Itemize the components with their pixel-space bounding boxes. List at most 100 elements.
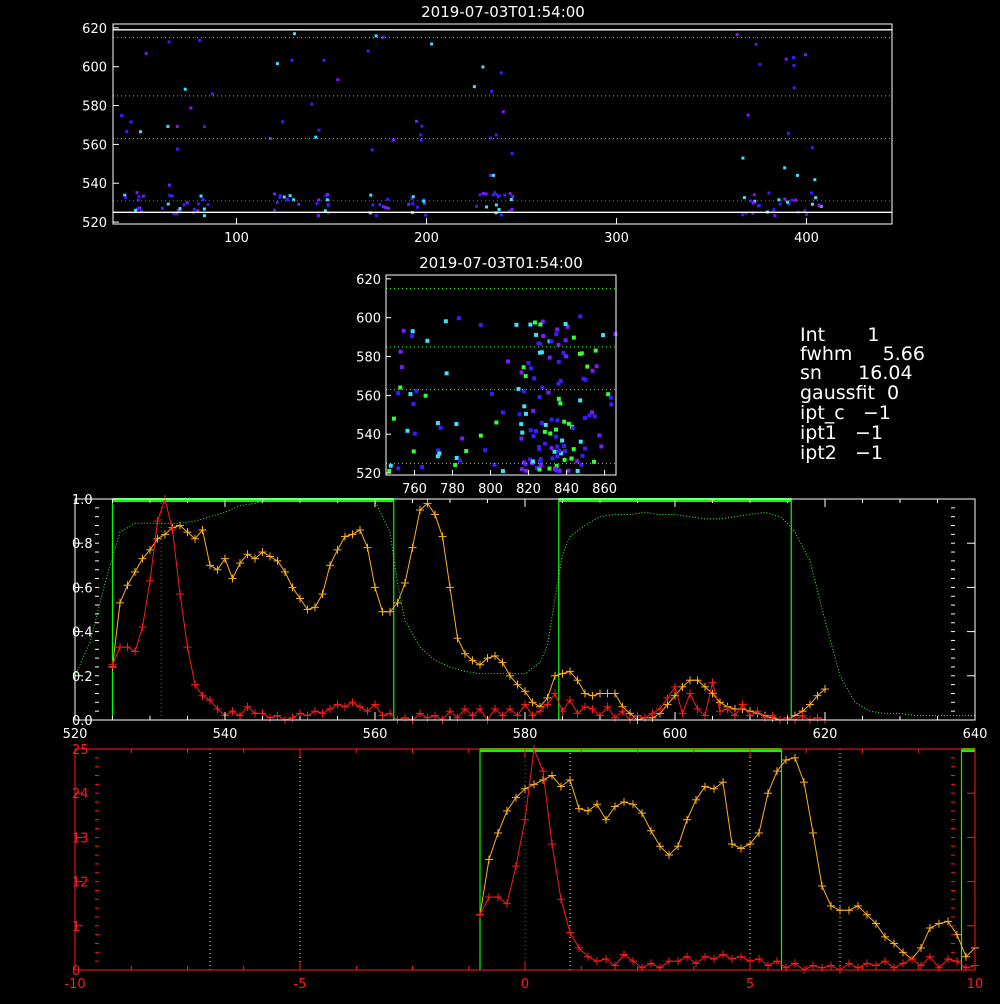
speckle — [809, 191, 813, 195]
info-gaussfit: gaussfit 0 — [800, 382, 900, 404]
speckle — [562, 419, 567, 424]
speckle — [557, 448, 562, 453]
speckle — [795, 173, 799, 177]
x-tick-label: 800 — [478, 482, 503, 497]
speckle — [424, 213, 428, 217]
x-tick-label: 600 — [663, 727, 688, 742]
x-tick-label: 0 — [521, 977, 529, 992]
speckle — [282, 195, 286, 199]
speckle — [599, 444, 604, 449]
speckle — [552, 449, 557, 454]
speckle — [606, 392, 611, 397]
speckle — [563, 338, 568, 343]
speckle — [593, 348, 598, 353]
speckle — [491, 173, 495, 177]
speckle — [478, 322, 483, 327]
y-tick-label: 560 — [82, 138, 107, 153]
speckle — [548, 431, 553, 436]
info-ipt1: ipt1 −1 — [800, 422, 884, 444]
speckle — [547, 466, 552, 471]
speckle — [556, 342, 561, 347]
speckle — [522, 404, 527, 409]
speckle — [578, 398, 583, 403]
speckle — [813, 178, 817, 182]
speckle — [578, 314, 583, 319]
speckle — [814, 196, 818, 200]
speckle — [292, 32, 296, 36]
speckle — [564, 354, 569, 359]
speckle — [369, 193, 373, 197]
speckle — [792, 56, 796, 60]
speckle — [550, 456, 555, 461]
speckle — [552, 466, 557, 471]
speckle — [176, 147, 180, 151]
speckle — [437, 451, 442, 456]
speckle — [371, 203, 375, 207]
speckle — [478, 433, 483, 438]
speckle — [494, 203, 498, 207]
x-tick-label: 640 — [963, 727, 988, 742]
speckle — [134, 208, 138, 212]
speckle — [537, 395, 542, 400]
speckle — [555, 454, 560, 459]
speckle — [571, 335, 576, 340]
speckle — [587, 413, 592, 418]
speckle — [438, 425, 443, 430]
x-tick-label: 540 — [213, 727, 238, 742]
speckle — [185, 201, 189, 205]
y-tick-label: 0.2 — [72, 670, 93, 685]
speckle — [370, 148, 374, 152]
speckle — [189, 106, 193, 110]
speckle — [398, 349, 403, 354]
speckle — [541, 334, 546, 339]
speckle — [386, 197, 390, 201]
speckle — [203, 125, 207, 129]
speckle — [519, 467, 524, 472]
speckle — [805, 213, 809, 217]
speckle — [562, 457, 567, 462]
x-tick-label: 520 — [63, 727, 88, 742]
speckle — [786, 200, 790, 204]
y-tick-label: 600 — [82, 61, 107, 76]
x-tick-label: 860 — [592, 482, 617, 497]
y-tick-label: 520 — [82, 216, 107, 231]
speckle — [554, 332, 559, 337]
speckle — [741, 213, 745, 217]
speckle — [129, 120, 133, 124]
speckle — [317, 128, 321, 132]
top-image-frame — [112, 23, 893, 225]
top-image-panel — [112, 23, 893, 225]
speckle — [537, 458, 542, 463]
speckle — [182, 203, 186, 207]
speckle — [366, 49, 370, 53]
speckle — [501, 410, 506, 415]
speckle — [425, 338, 430, 343]
speckle — [422, 199, 426, 203]
speckle — [316, 214, 320, 218]
x-tick-label: 820 — [516, 482, 541, 497]
speckle — [478, 193, 482, 197]
speckle — [483, 448, 488, 453]
speckle — [202, 214, 206, 218]
speckle — [206, 203, 210, 207]
x-tick-label: -5 — [294, 977, 307, 992]
spectrum-line — [112, 502, 826, 721]
speckle — [526, 360, 531, 365]
speckle — [554, 434, 559, 439]
speckle — [326, 203, 330, 207]
speckle — [514, 322, 519, 327]
speckle — [516, 386, 521, 391]
speckle — [399, 365, 404, 370]
speckle — [751, 201, 755, 205]
speckle — [543, 422, 548, 427]
speckle — [555, 327, 560, 332]
x-tick-label: 780 — [440, 482, 465, 497]
speckle — [281, 120, 285, 124]
speckle — [475, 204, 479, 208]
y-tick-label: 0 — [72, 964, 80, 979]
speckle — [523, 411, 528, 416]
speckle — [532, 376, 537, 381]
speckle — [511, 195, 515, 199]
speckle — [138, 206, 142, 210]
speckle — [336, 78, 340, 82]
